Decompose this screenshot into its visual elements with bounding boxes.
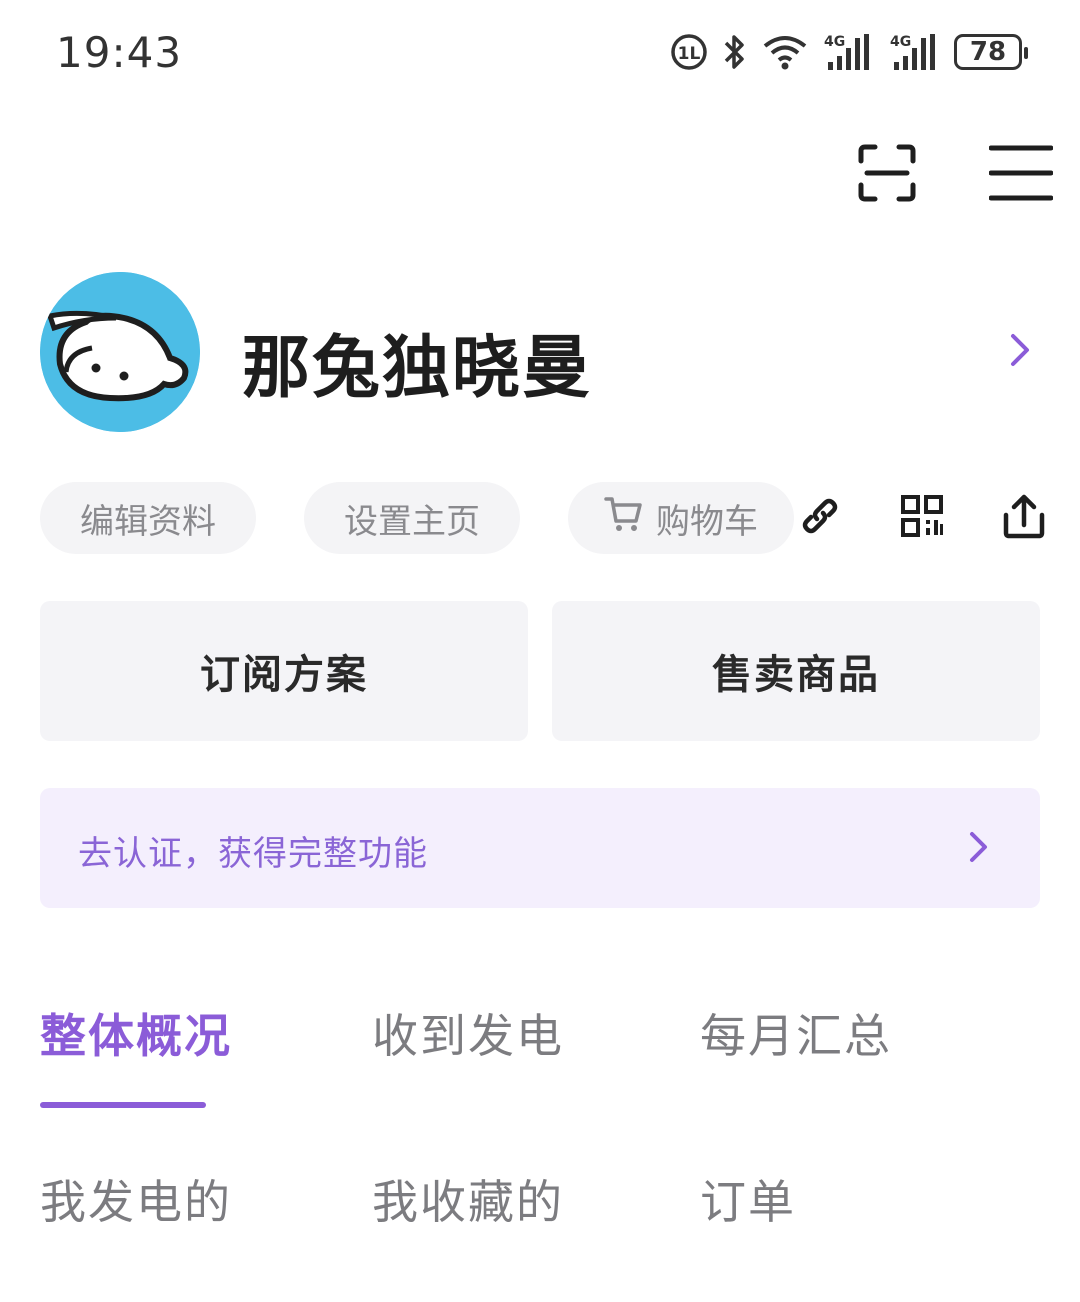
bluetooth-icon bbox=[722, 33, 748, 71]
status-time: 19:43 bbox=[56, 28, 183, 77]
subscription-plans-label: 订阅方案 bbox=[200, 652, 368, 698]
sell-products-label: 售卖商品 bbox=[712, 652, 880, 698]
svg-text:1L: 1L bbox=[678, 44, 701, 64]
tab-received[interactable]: 收到发电 bbox=[372, 1000, 564, 1066]
signal-4g-icon: 4G bbox=[822, 32, 874, 72]
share-icon bbox=[1002, 493, 1046, 543]
edit-profile-button[interactable]: 编辑资料 bbox=[40, 482, 256, 554]
qr-code-button[interactable] bbox=[896, 492, 948, 544]
hd-voice-icon: 1L bbox=[670, 33, 708, 71]
status-icons: 1L 4G 4G 78 bbox=[670, 30, 1028, 74]
set-homepage-button[interactable]: 设置主页 bbox=[304, 482, 520, 554]
verify-banner[interactable]: 去认证，获得完整功能 bbox=[40, 788, 1040, 908]
battery-level: 78 bbox=[969, 37, 1007, 67]
link-orders[interactable]: 订单 bbox=[700, 1166, 796, 1232]
edit-profile-label: 编辑资料 bbox=[80, 501, 216, 542]
active-tab-indicator bbox=[40, 1102, 206, 1108]
link-my-sponsored[interactable]: 我发电的 bbox=[40, 1166, 232, 1232]
chevron-right-icon bbox=[968, 828, 990, 870]
scan-button[interactable] bbox=[852, 140, 922, 210]
cart-label: 购物车 bbox=[656, 501, 758, 542]
scan-icon bbox=[857, 143, 917, 207]
status-bar: 19:43 1L 4G 4G 78 bbox=[0, 0, 1080, 100]
set-homepage-label: 设置主页 bbox=[344, 501, 480, 542]
battery-icon: 78 bbox=[954, 34, 1028, 70]
chevron-right-icon[interactable] bbox=[1008, 330, 1032, 374]
tab-overview[interactable]: 整体概况 bbox=[40, 1000, 232, 1066]
link-icon bbox=[798, 494, 842, 542]
header-actions bbox=[852, 140, 1056, 210]
menu-icon bbox=[988, 144, 1054, 206]
cart-icon bbox=[604, 495, 644, 542]
menu-button[interactable] bbox=[986, 140, 1056, 210]
network-label-1: 4G bbox=[824, 34, 845, 50]
subscription-plans-card[interactable]: 订阅方案 bbox=[40, 601, 528, 741]
quick-actions: 编辑资料 设置主页 购物车 bbox=[40, 482, 1050, 554]
sell-products-card[interactable]: 售卖商品 bbox=[552, 601, 1040, 741]
share-button[interactable] bbox=[998, 492, 1050, 544]
tab-monthly-summary[interactable]: 每月汇总 bbox=[700, 1000, 892, 1066]
network-label-2: 4G bbox=[890, 34, 911, 50]
wifi-icon bbox=[762, 34, 808, 70]
cart-button[interactable]: 购物车 bbox=[568, 482, 794, 554]
profile-row[interactable]: 那兔独晓曼 bbox=[40, 272, 1040, 436]
secondary-links: 我发电的 我收藏的 订单 bbox=[40, 1166, 1040, 1236]
link-my-favorites[interactable]: 我收藏的 bbox=[372, 1166, 564, 1232]
signal-4g-icon: 4G bbox=[888, 32, 940, 72]
stats-tabs: 整体概况 收到发电 每月汇总 bbox=[40, 1000, 1040, 1110]
copy-link-button[interactable] bbox=[794, 492, 846, 544]
feature-cards: 订阅方案 售卖商品 bbox=[40, 601, 1040, 741]
avatar[interactable] bbox=[40, 272, 200, 432]
verify-banner-text: 去认证，获得完整功能 bbox=[78, 834, 428, 874]
username: 那兔独晓曼 bbox=[242, 329, 593, 408]
qr-code-icon bbox=[900, 494, 944, 542]
